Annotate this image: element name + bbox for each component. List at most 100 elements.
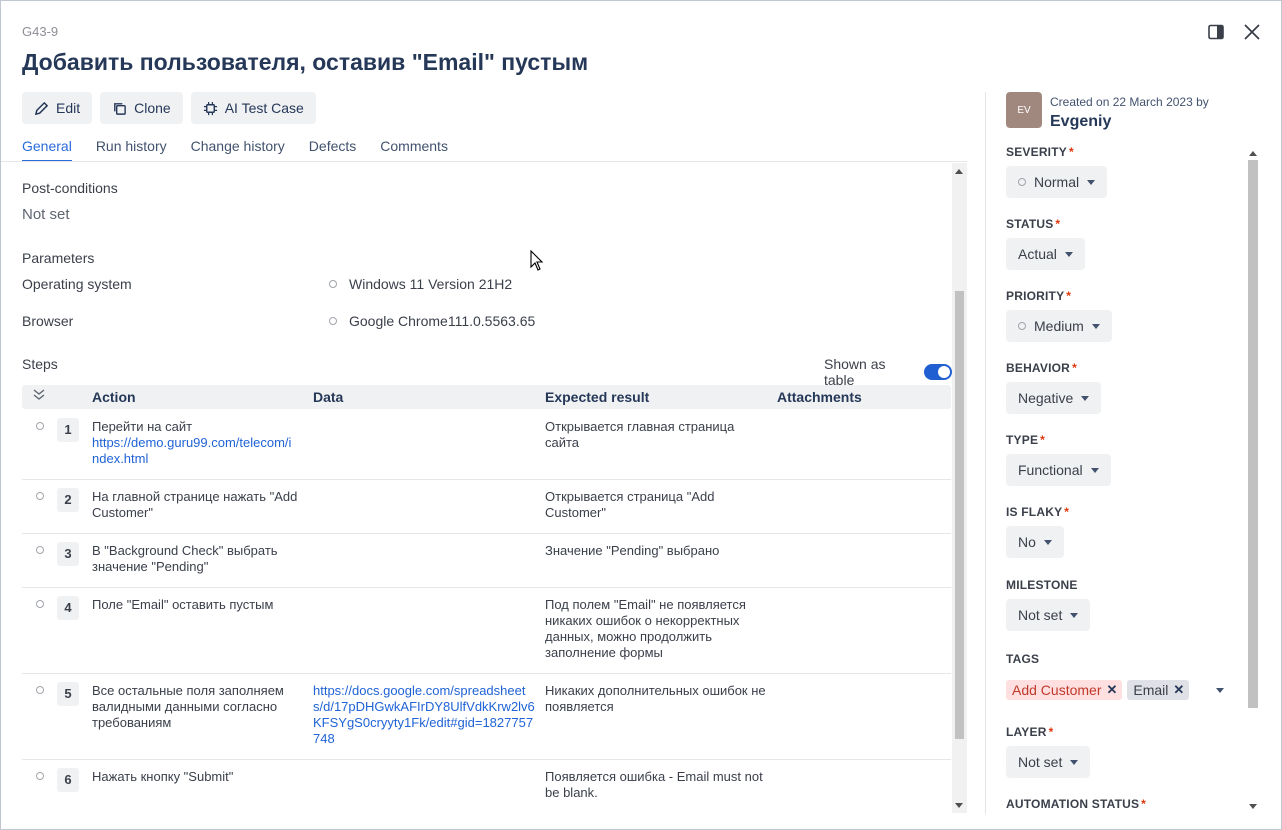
panel-toggle-icon[interactable]: [1205, 21, 1227, 43]
milestone-value: Not set: [1018, 607, 1063, 623]
table-row[interactable]: 5 Все остальные поля заполняем валидными…: [22, 674, 951, 760]
step-action: В "Background Check" выбрать значение "P…: [92, 543, 278, 574]
column-attachments: Attachments: [777, 389, 862, 405]
table-row[interactable]: 3 В "Background Check" выбрать значение …: [22, 534, 951, 588]
scroll-up-arrow-icon[interactable]: [955, 169, 963, 174]
main-scrollbar[interactable]: [952, 163, 967, 813]
tab-run-history[interactable]: Run history: [96, 138, 167, 162]
column-data: Data: [313, 389, 344, 405]
sidebar-scrollbar[interactable]: [1246, 146, 1260, 813]
chevron-down-icon: [1064, 251, 1073, 257]
edit-button[interactable]: Edit: [22, 92, 93, 124]
milestone-label: MILESTONE: [1006, 578, 1078, 592]
type-select[interactable]: Functional: [1006, 454, 1111, 486]
circle-icon: [329, 280, 337, 288]
table-row[interactable]: 1 Перейти на сайт https://demo.guru99.co…: [22, 410, 951, 480]
copy-icon: [114, 102, 126, 115]
step-expected: Открывается страница "Add Customer": [545, 489, 715, 520]
ai-test-case-button[interactable]: AI Test Case: [190, 92, 316, 124]
chevron-down-icon: [1087, 179, 1096, 185]
tag-chip: Add Customer ✕: [1006, 680, 1123, 700]
tab-defects[interactable]: Defects: [309, 138, 356, 162]
param-value-text: Google Chrome111.0.5563.65: [349, 313, 536, 329]
scrollbar-thumb[interactable]: [1248, 160, 1258, 708]
tab-bar: General Run history Change history Defec…: [22, 138, 448, 162]
panel-divider: [985, 92, 986, 814]
step-number: 1: [57, 418, 79, 442]
priority-circle-icon: [1018, 322, 1026, 330]
tabs-divider: [1, 161, 967, 162]
tab-general[interactable]: General: [22, 138, 72, 162]
circle-icon: [329, 317, 337, 325]
parameters-label: Parameters: [22, 250, 95, 266]
tags-chevron-down-icon[interactable]: [1216, 688, 1224, 693]
shown-as-table-label: Shown as table: [824, 356, 886, 388]
scroll-up-arrow-icon[interactable]: [1249, 151, 1257, 156]
steps-table-header: Action Data Expected result Attachments: [22, 385, 951, 409]
clone-button-label: Clone: [134, 100, 171, 116]
test-case-dialog: G43-9 Добавить пользователя, оставив "Em…: [0, 0, 1282, 830]
tags-input[interactable]: Add Customer ✕ Email ✕: [1006, 678, 1236, 702]
is-flaky-value: No: [1018, 534, 1036, 550]
step-circle-icon: [36, 772, 44, 780]
priority-label: PRIORITY *: [1006, 289, 1072, 303]
param-name: Operating system: [22, 276, 132, 292]
type-label: TYPE *: [1006, 433, 1046, 447]
scroll-down-arrow-icon[interactable]: [955, 803, 963, 808]
postconditions-label: Post-conditions: [22, 180, 118, 196]
severity-select[interactable]: Normal: [1006, 166, 1108, 198]
table-row[interactable]: 6 Нажать кнопку "Submit" Появляется ошиб…: [22, 760, 951, 813]
scroll-down-arrow-icon[interactable]: [1249, 804, 1257, 809]
scrollbar-thumb[interactable]: [955, 291, 964, 739]
status-label: STATUS *: [1006, 217, 1061, 231]
pencil-icon: [34, 101, 49, 115]
step-number: 6: [57, 768, 79, 792]
param-name: Browser: [22, 313, 74, 329]
layer-label: LAYER *: [1006, 725, 1054, 739]
created-text: Created on 22 March 2023 by: [1050, 95, 1209, 109]
creator-name[interactable]: Evgeniy: [1050, 113, 1111, 131]
priority-select[interactable]: Medium: [1006, 310, 1112, 342]
milestone-select[interactable]: Not set: [1006, 599, 1091, 631]
general-content: Post-conditions Not set Parameters Opera…: [22, 163, 952, 813]
param-value: Google Chrome111.0.5563.65: [329, 313, 535, 329]
close-icon[interactable]: [1241, 21, 1263, 43]
step-action: Перейти на сайт https://demo.guru99.com/…: [92, 419, 298, 467]
status-select[interactable]: Actual: [1006, 238, 1085, 270]
step-circle-icon: [36, 492, 44, 500]
chevron-down-icon: [1081, 395, 1090, 401]
step-circle-icon: [36, 422, 44, 430]
step-action: Поле "Email" оставить пустым: [92, 597, 274, 612]
collapse-all-icon[interactable]: [33, 388, 45, 404]
shown-as-table-toggle[interactable]: [924, 364, 952, 380]
page-title: Добавить пользователя, оставив "Email" п…: [22, 49, 589, 75]
step-expected: Значение "Pending" выбрано: [545, 543, 720, 558]
tab-comments[interactable]: Comments: [380, 138, 448, 162]
remove-tag-icon[interactable]: ✕: [1106, 682, 1117, 698]
step-circle-icon: [36, 546, 44, 554]
step-action-link[interactable]: https://demo.guru99.com/telecom/index.ht…: [92, 435, 298, 467]
layer-select[interactable]: Not set: [1006, 746, 1091, 778]
step-expected: Появляется ошибка - Email must not be bl…: [545, 769, 763, 800]
is-flaky-label: IS FLAKY *: [1006, 505, 1070, 519]
step-action-text: Перейти на сайт: [92, 419, 193, 434]
table-row[interactable]: 2 На главной странице нажать "Add Custom…: [22, 480, 951, 534]
table-row[interactable]: 4 Поле "Email" оставить пустым Под полем…: [22, 588, 951, 674]
mouse-cursor-icon: [530, 249, 544, 275]
is-flaky-select[interactable]: No: [1006, 526, 1064, 558]
step-action: Нажать кнопку "Submit": [92, 769, 234, 784]
step-number: 2: [57, 488, 79, 512]
avatar: EV: [1006, 92, 1042, 128]
param-value: Windows 11 Version 21H2: [329, 276, 512, 292]
remove-tag-icon[interactable]: ✕: [1173, 682, 1184, 698]
status-value: Actual: [1018, 246, 1057, 262]
toolbar: Edit Clone AI Test Case: [22, 92, 316, 124]
tags-label: TAGS: [1006, 652, 1040, 666]
step-data-link[interactable]: https://docs.google.com/spreadsheets/d/1…: [313, 683, 535, 747]
step-action: Все остальные поля заполняем валидными д…: [92, 683, 284, 730]
header-actions: [1205, 21, 1263, 43]
clone-button[interactable]: Clone: [100, 92, 183, 124]
step-expected: Под полем "Email" не появляется никаких …: [545, 597, 746, 660]
behavior-select[interactable]: Negative: [1006, 382, 1102, 414]
tab-change-history[interactable]: Change history: [191, 138, 285, 162]
